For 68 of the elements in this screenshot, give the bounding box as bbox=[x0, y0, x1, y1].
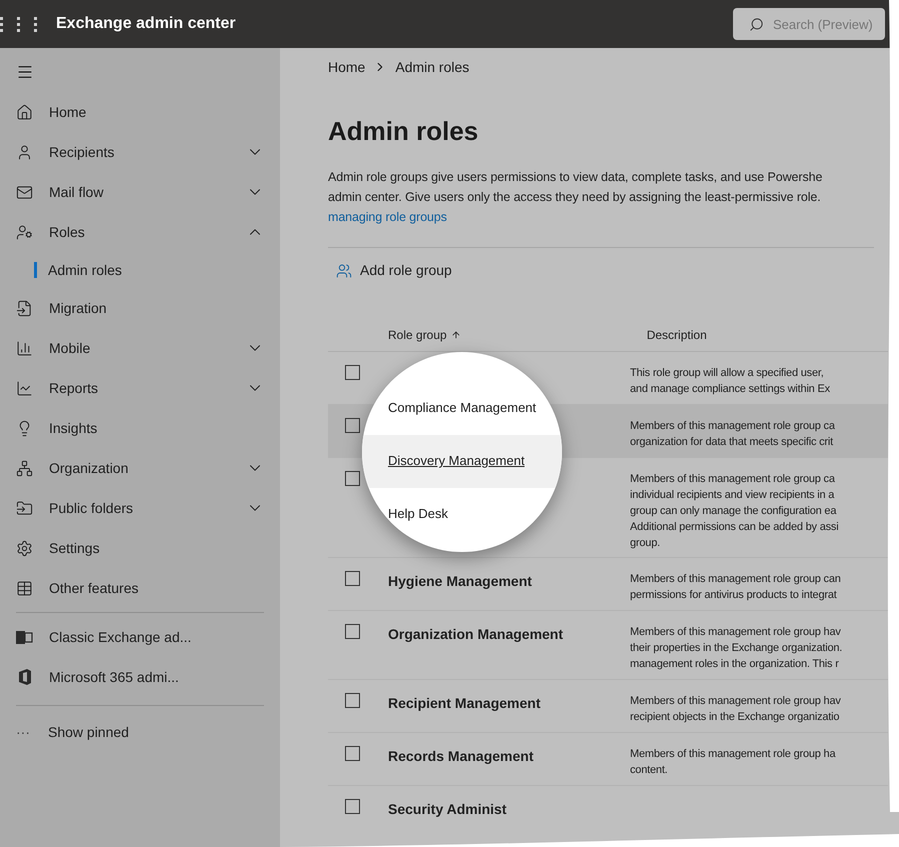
show-pinned-button[interactable]: ··· Show pinned bbox=[0, 714, 280, 750]
mail-icon bbox=[16, 184, 33, 200]
nav-item[interactable]: Organization bbox=[0, 448, 280, 488]
checkbox[interactable] bbox=[345, 799, 360, 814]
nav-item[interactable]: Settings bbox=[0, 528, 280, 568]
checkbox[interactable] bbox=[345, 471, 360, 486]
column-header[interactable]: Description bbox=[646, 326, 707, 344]
role-description: Members of this management role group hav their properties in the Exchange organization. management roles in the organization. This r bbox=[630, 625, 842, 672]
nav-item[interactable]: Mail flow bbox=[0, 172, 280, 212]
role-description: Members of this management role group can permissions for antivirus products to integrat bbox=[630, 572, 841, 603]
checkbox[interactable] bbox=[345, 365, 360, 380]
table-icon bbox=[16, 580, 33, 596]
role-name[interactable]: Hygiene Management bbox=[388, 573, 532, 589]
nav-item[interactable]: Roles bbox=[0, 212, 280, 252]
column-header[interactable]: Role group bbox=[388, 326, 447, 344]
role-description: Members of this management role group hav recipient objects in the Exchange organizatio bbox=[630, 694, 841, 725]
page-title: Admin roles bbox=[328, 115, 480, 147]
role-description: This role group will allow a specified user, and manage compliance settings within Ex bbox=[630, 366, 830, 397]
role-description: Members of this management role group ca organization for data that meets specific crit bbox=[630, 419, 835, 450]
add-role-group-button[interactable]: Add role group bbox=[336, 260, 452, 281]
people-icon bbox=[336, 262, 352, 278]
nav-item[interactable]: Other features bbox=[0, 568, 280, 608]
nav-subitem[interactable]: Admin roles bbox=[0, 252, 280, 288]
person-icon bbox=[16, 144, 33, 160]
nav-link[interactable]: Microsoft 365 admi... bbox=[0, 657, 280, 697]
search-field[interactable]: Search (Preview) bbox=[733, 8, 885, 40]
sort-up-icon bbox=[450, 330, 461, 340]
role-description: Members of this management role group ca individual recipients and view recipients in a group can only manage the configuration ea Additional permissions can be added by assi group. bbox=[630, 472, 838, 551]
nav-link[interactable]: Classic Exchange ad... bbox=[0, 617, 280, 657]
role-name[interactable]: Help Desk bbox=[388, 504, 448, 524]
exchange-logo-icon bbox=[16, 630, 33, 644]
office-logo-icon bbox=[18, 669, 32, 685]
managing-role-groups-link[interactable]: managing role groups bbox=[328, 210, 447, 224]
nav-item[interactable]: Migration bbox=[0, 288, 280, 328]
breadcrumb-current: Admin roles bbox=[395, 58, 470, 76]
role-name[interactable]: Security Administ bbox=[388, 801, 507, 817]
table-row[interactable]: Security Administ bbox=[328, 786, 888, 816]
nav-item[interactable]: Recipients bbox=[0, 132, 280, 172]
table-row[interactable]: Organization Management Members of this management role group hav their properties in the Exchange organization. management roles in the organization. This r bbox=[328, 611, 888, 680]
chart-icon bbox=[16, 340, 33, 356]
role-description: Members of this management role group ha content. bbox=[630, 747, 836, 778]
role-name[interactable]: Recipient Management bbox=[388, 695, 540, 711]
home-icon bbox=[16, 104, 33, 120]
settings-icon bbox=[16, 540, 33, 556]
search-icon bbox=[749, 17, 764, 32]
hierarchy-icon bbox=[16, 460, 33, 476]
table-row[interactable]: Hygiene Management Members of this management role group can permissions for antivirus products to integrat bbox=[328, 558, 888, 611]
nav-item[interactable]: Insights bbox=[0, 408, 280, 448]
checkbox[interactable] bbox=[345, 746, 360, 761]
document-icon bbox=[16, 300, 33, 316]
role-name[interactable]: Records Management bbox=[388, 748, 534, 764]
checkbox[interactable] bbox=[345, 418, 360, 433]
checkbox[interactable] bbox=[345, 571, 360, 586]
table-row[interactable]: Recipient Management Members of this management role group hav recipient objects in the Exchange organizatio bbox=[328, 680, 888, 733]
folder-icon bbox=[16, 500, 33, 516]
line-chart-icon bbox=[16, 380, 33, 396]
checkbox[interactable] bbox=[345, 693, 360, 708]
app-title: Exchange admin center bbox=[56, 14, 236, 34]
checkbox[interactable] bbox=[345, 624, 360, 639]
table-row[interactable]: Records Management Members of this management role group ha content. bbox=[328, 733, 888, 786]
nav-item[interactable]: Public folders bbox=[0, 488, 280, 528]
nav-item[interactable]: Home bbox=[0, 92, 280, 132]
breadcrumb-link[interactable]: Home bbox=[328, 56, 366, 78]
nav-item[interactable]: Reports bbox=[0, 368, 280, 408]
person-gear-icon bbox=[16, 224, 33, 240]
nav-item[interactable]: Mobile bbox=[0, 328, 280, 368]
role-name[interactable]: Organization Management bbox=[388, 626, 564, 642]
intro-text: Admin role groups give users permissions to view data, complete tasks, and use Powershe admin center. Give users only the access they need by assigning the least-permissive role. managing role groups bbox=[328, 169, 824, 226]
